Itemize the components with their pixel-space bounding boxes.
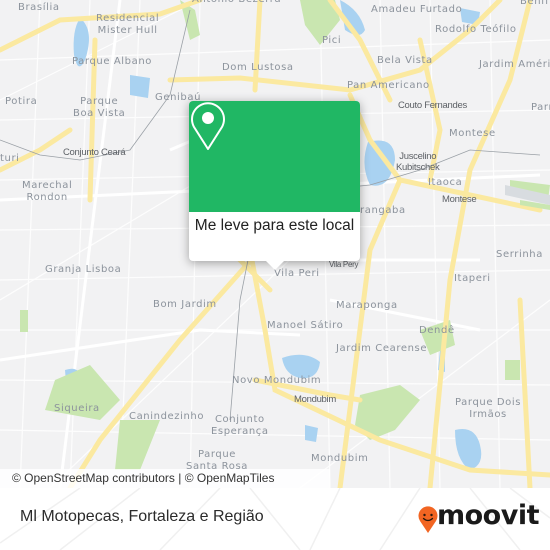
popup-header[interactable] [189,101,360,212]
map-label-couto-fernandes: Couto Fernandes [398,100,467,111]
map-label-conjunto-esperanca: Conjunto Esperança [211,414,269,437]
map-attribution[interactable]: © OpenStreetMap contributors | © OpenMap… [0,469,330,488]
map-label-parangaba: rangaba [360,205,406,216]
map-label-jardim-america: Jardim Améri [479,59,550,70]
map-label-rodolfo-teofilo: Rodolfo Teófilo [435,24,517,35]
map-label-bom-jardim: Bom Jardim [153,299,217,310]
map-label-conjunto-ceara: Conjunto Ceará [63,147,126,158]
map-label-jardim-cearense: Jardim Cearense [336,343,428,354]
map-label-mondubim: Mondubim [311,453,369,464]
map-label-siqueira: Siqueira [54,403,100,414]
map-label-benfica: Benfi [520,0,549,7]
map-label-juscelino-kubitschek: Juscelino Kubitschek [396,151,440,173]
map-label-residencial-mister-hull: Residencial Mister Hull [96,13,160,36]
map-label-pan-americano: Pan Americano [347,80,430,91]
map-label-turi: turi [0,153,20,164]
map-label-itaoca: Itaoca [428,177,463,188]
map-label-mondubim-small: Mondubim [294,394,336,405]
map-label-dende: Dendê [419,325,455,336]
place-title: Ml Motopecas, Fortaleza e Região [20,508,264,525]
map-label-pici: Pici [322,35,342,46]
map-label-serrinha: Serrinha [496,249,543,260]
map-label-amadeu-furtado: Amadeu Furtado [371,4,463,15]
map-label-novo-mondubim: Novo Mondubim [232,375,322,386]
map-label-canindezinho: Canindezinho [129,411,205,422]
map-label-itaperi: Itaperi [454,273,491,284]
location-pin-icon [191,102,225,150]
navigate-popup[interactable]: Me leve para este local [189,101,360,270]
map-canvas[interactable]: Brasília Residencial Mister Hull Antônio… [0,0,550,488]
map-label-montese-south: Montese [442,194,477,205]
map-label-manoel-satiro: Manoel Sátiro [267,320,344,331]
map-label-bela-vista: Bela Vista [377,55,433,66]
map-label-potira: Potira [5,96,38,107]
map-label-parque-dois-irmaos: Parque Dois Irmãos [455,397,522,420]
map-label-parque-boa-vista: Parque Boa Vista [73,96,126,119]
moovit-wordmark: moovit [437,500,540,531]
popup-pointer [266,261,284,270]
moovit-pin-icon [418,506,438,533]
map-label-brasilia: Brasília [18,2,60,13]
map-label-dom-lustosa: Dom Lustosa [222,62,294,73]
map-label-parque-albano: Parque Albano [72,56,153,67]
map-label-antonio-bezerra: Antônio Bezerra [192,0,281,6]
map-label-montese-north: Montese [449,128,496,139]
map-label-maraponga: Maraponga [336,300,398,311]
map-label-marechal-rondon: Marechal Rondon [22,180,73,203]
take-me-here-button[interactable]: Me leve para este local [189,212,360,236]
map-label-parr: Parr [531,102,550,113]
map-label-granja-lisboa: Granja Lisboa [45,264,122,275]
